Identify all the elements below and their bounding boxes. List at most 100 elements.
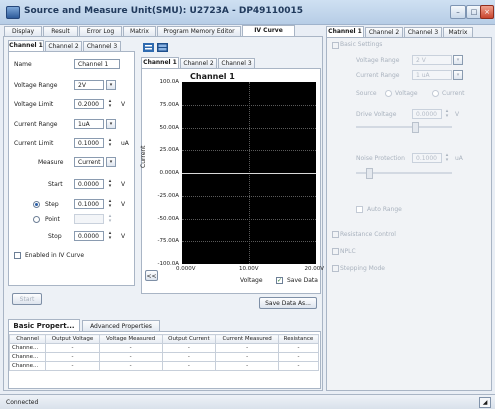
right-tab-channel-3[interactable]: Channel 3 [404,27,442,37]
cell: - [215,343,279,353]
tab-result[interactable]: Result [43,26,78,36]
measure-select[interactable]: Current [74,157,104,167]
chart-tab-channel-1[interactable]: Channel 1 [141,57,179,68]
stop-spinner[interactable]: ▴ ▾ [106,231,114,241]
cell: - [161,352,217,362]
rp-voltage-range-select[interactable]: 2 V [412,55,452,65]
rp-current-range-label: Current Range [356,72,400,79]
current-limit-spinner[interactable]: ▴ ▾ [106,138,114,148]
expand-toggle-icon[interactable] [332,231,339,238]
tab-advanced-properties[interactable]: Advanced Properties [82,320,160,331]
rp-drive-voltage-slider-thumb[interactable] [412,122,419,133]
rp-noise-protection-spinner[interactable]: ▴ ▾ [443,153,451,163]
expand-toggle-icon[interactable] [332,248,339,255]
voltage-range-dropdown[interactable]: ▾ [106,80,116,90]
rp-current-range-dropdown[interactable]: ▾ [453,70,463,80]
voltage-limit-input[interactable]: 0.2000 [74,99,104,109]
start-unit: V [121,181,126,188]
rp-source-voltage-radio[interactable] [385,90,392,97]
table-row[interactable]: Channe... - - - - - [8,361,320,371]
enabled-in-iv-curve-checkbox[interactable] [14,252,21,259]
col-channel[interactable]: Channel [8,334,47,344]
col-output-voltage[interactable]: Output Voltage [45,334,100,344]
y-tick-label: -50.00A [157,216,180,222]
name-input[interactable]: Channel 1 [74,59,120,69]
x-tick-label: 10.00V [239,266,259,272]
rp-current-range-select[interactable]: 1 uA [412,70,452,80]
measure-dropdown[interactable]: ▾ [106,157,116,167]
rp-drive-voltage-spinner[interactable]: ▴ ▾ [443,109,451,119]
point-radio[interactable] [33,216,40,223]
tab-channel-1[interactable]: Channel 1 [8,40,44,51]
rp-noise-protection-input[interactable]: 0.1000 [412,153,442,163]
save-data-label: Save Data [287,277,318,284]
current-range-dropdown[interactable]: ▾ [106,119,116,129]
chart-tab-channel-3[interactable]: Channel 3 [218,58,255,68]
step-radio[interactable] [33,201,40,208]
rp-drive-voltage-input[interactable]: 0.0000 [412,109,442,119]
stop-unit: V [121,233,126,240]
save-data-as-button[interactable]: Save Data As... [259,297,317,309]
rp-voltage-range-dropdown[interactable]: ▾ [453,55,463,65]
collapse-panel-button[interactable]: << [145,270,158,281]
y-tick-label: 50.00A [159,125,179,131]
expand-toggle-icon[interactable] [332,265,339,272]
basic-settings-header[interactable]: Basic Settings [340,41,382,48]
step-label: Step [45,201,59,208]
step-unit: V [121,201,126,208]
start-input[interactable]: 0.0000 [74,179,104,189]
current-limit-input[interactable]: 0.1000 [74,138,104,148]
tab-matrix[interactable]: Matrix [123,26,156,36]
close-button[interactable]: × [480,5,494,19]
voltage-limit-spinner[interactable]: ▴ ▾ [106,99,114,109]
voltage-range-select[interactable]: 2V [74,80,104,90]
table-row[interactable]: Channe... - - - - - [8,343,320,353]
tab-program-memory-editor[interactable]: Program Memory Editor [157,26,241,36]
cell: - [45,361,100,371]
rp-noise-protection-label: Noise Protection [356,155,405,162]
current-range-select[interactable]: 1uA [74,119,104,129]
nplc-header[interactable]: NPLC [340,248,356,255]
right-tab-matrix[interactable]: Matrix [443,27,473,37]
zero-line [182,173,316,174]
col-resistance[interactable]: Resistance [277,334,320,344]
step-spinner[interactable]: ▴ ▾ [106,199,114,209]
stop-input[interactable]: 0.0000 [74,231,104,241]
tab-basic-properties[interactable]: Basic Propert... [8,319,80,331]
y-axis-label: Current [140,145,147,168]
rp-auto-range-checkbox[interactable] [356,206,363,213]
collapse-toggle-icon[interactable] [332,42,339,49]
rp-source-current-radio[interactable] [432,90,439,97]
resistance-control-header[interactable]: Resistance Control [340,231,396,238]
chart-tab-channel-2[interactable]: Channel 2 [180,58,217,68]
voltage-range-label: Voltage Range [14,82,58,89]
rp-drive-voltage-label: Drive Voltage [356,111,397,118]
point-input[interactable] [74,214,104,224]
tab-channel-2[interactable]: Channel 2 [45,41,82,51]
minimize-button[interactable]: – [450,5,466,19]
save-data-checkbox[interactable]: ✓ [276,277,283,284]
tab-error-log[interactable]: Error Log [79,26,122,36]
x-axis-label: Voltage [240,277,263,284]
stepping-mode-header[interactable]: Stepping Mode [340,265,385,272]
chart-toolbar-icon[interactable] [143,43,154,52]
rp-drive-voltage-slider-track[interactable] [356,126,452,128]
start-spinner[interactable]: ▴ ▾ [106,179,114,189]
col-output-current[interactable]: Output Current [161,334,217,344]
resize-grip-icon[interactable]: ◢ [479,397,491,408]
step-input[interactable]: 0.1000 [74,199,104,209]
right-tab-channel-2[interactable]: Channel 2 [365,27,403,37]
table-row[interactable]: Channe... - - - - - [8,352,320,362]
tab-display[interactable]: Display [4,26,42,36]
chart-layout-icon[interactable] [157,43,168,52]
col-voltage-measured[interactable]: Voltage Measured [98,334,163,344]
y-tick-label: -75.00A [157,238,180,244]
point-spinner[interactable]: ▴ ▾ [106,214,114,224]
start-button[interactable]: Start [12,293,42,305]
right-tab-channel-1[interactable]: Channel 1 [326,26,364,37]
col-current-measured[interactable]: Current Measured [215,334,279,344]
rp-auto-range-label: Auto Range [367,206,402,213]
rp-noise-protection-slider-thumb[interactable] [366,168,373,179]
tab-channel-3[interactable]: Channel 3 [83,41,121,51]
tab-iv-curve[interactable]: IV Curve [242,25,295,36]
